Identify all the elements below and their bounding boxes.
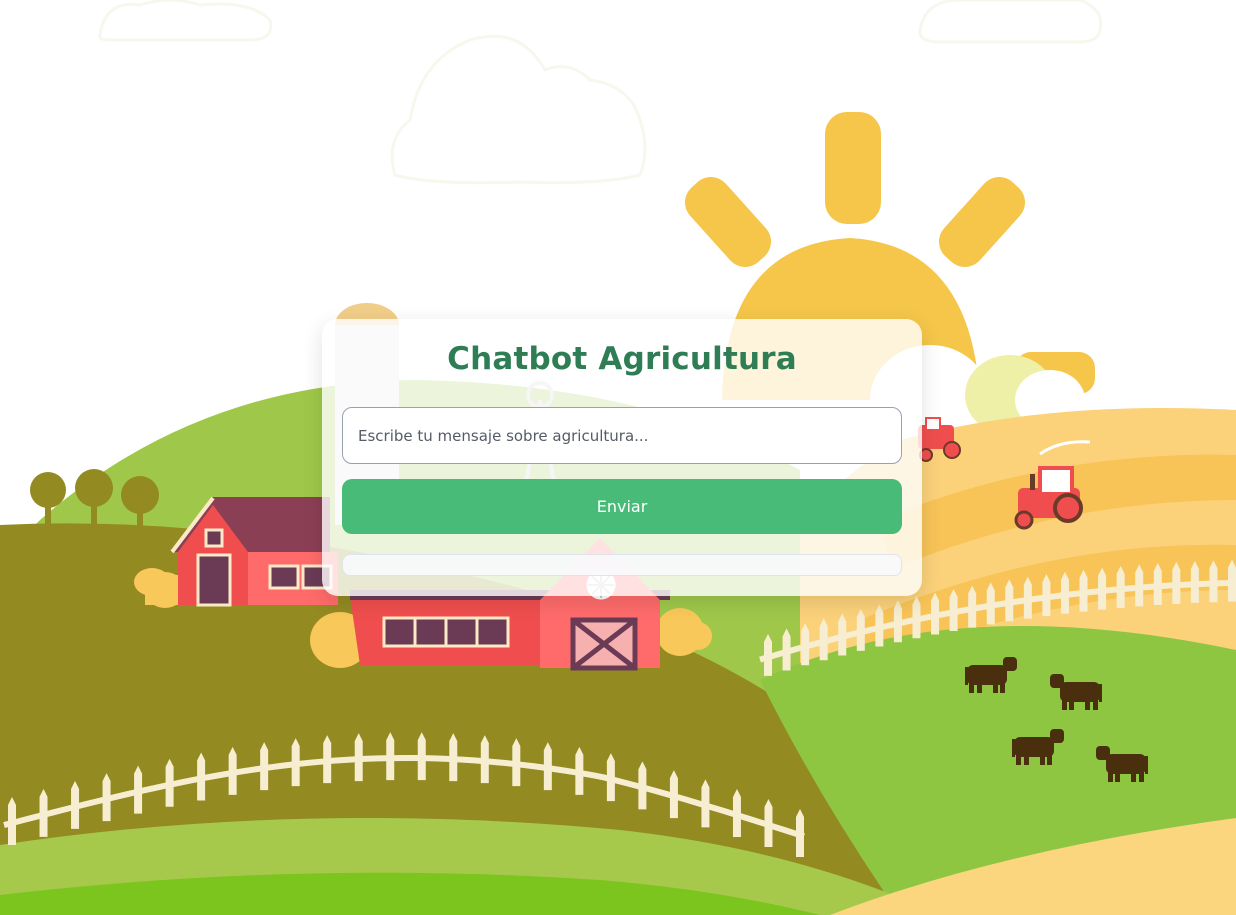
page-title: Chatbot Agricultura bbox=[447, 341, 797, 377]
chat-response-area bbox=[342, 554, 902, 576]
cloud-icon bbox=[98, 0, 1103, 185]
chat-panel: Chatbot Agricultura Enviar bbox=[322, 319, 922, 596]
tree-icon bbox=[30, 469, 159, 530]
message-input[interactable] bbox=[342, 407, 902, 464]
send-button[interactable]: Enviar bbox=[342, 479, 902, 534]
